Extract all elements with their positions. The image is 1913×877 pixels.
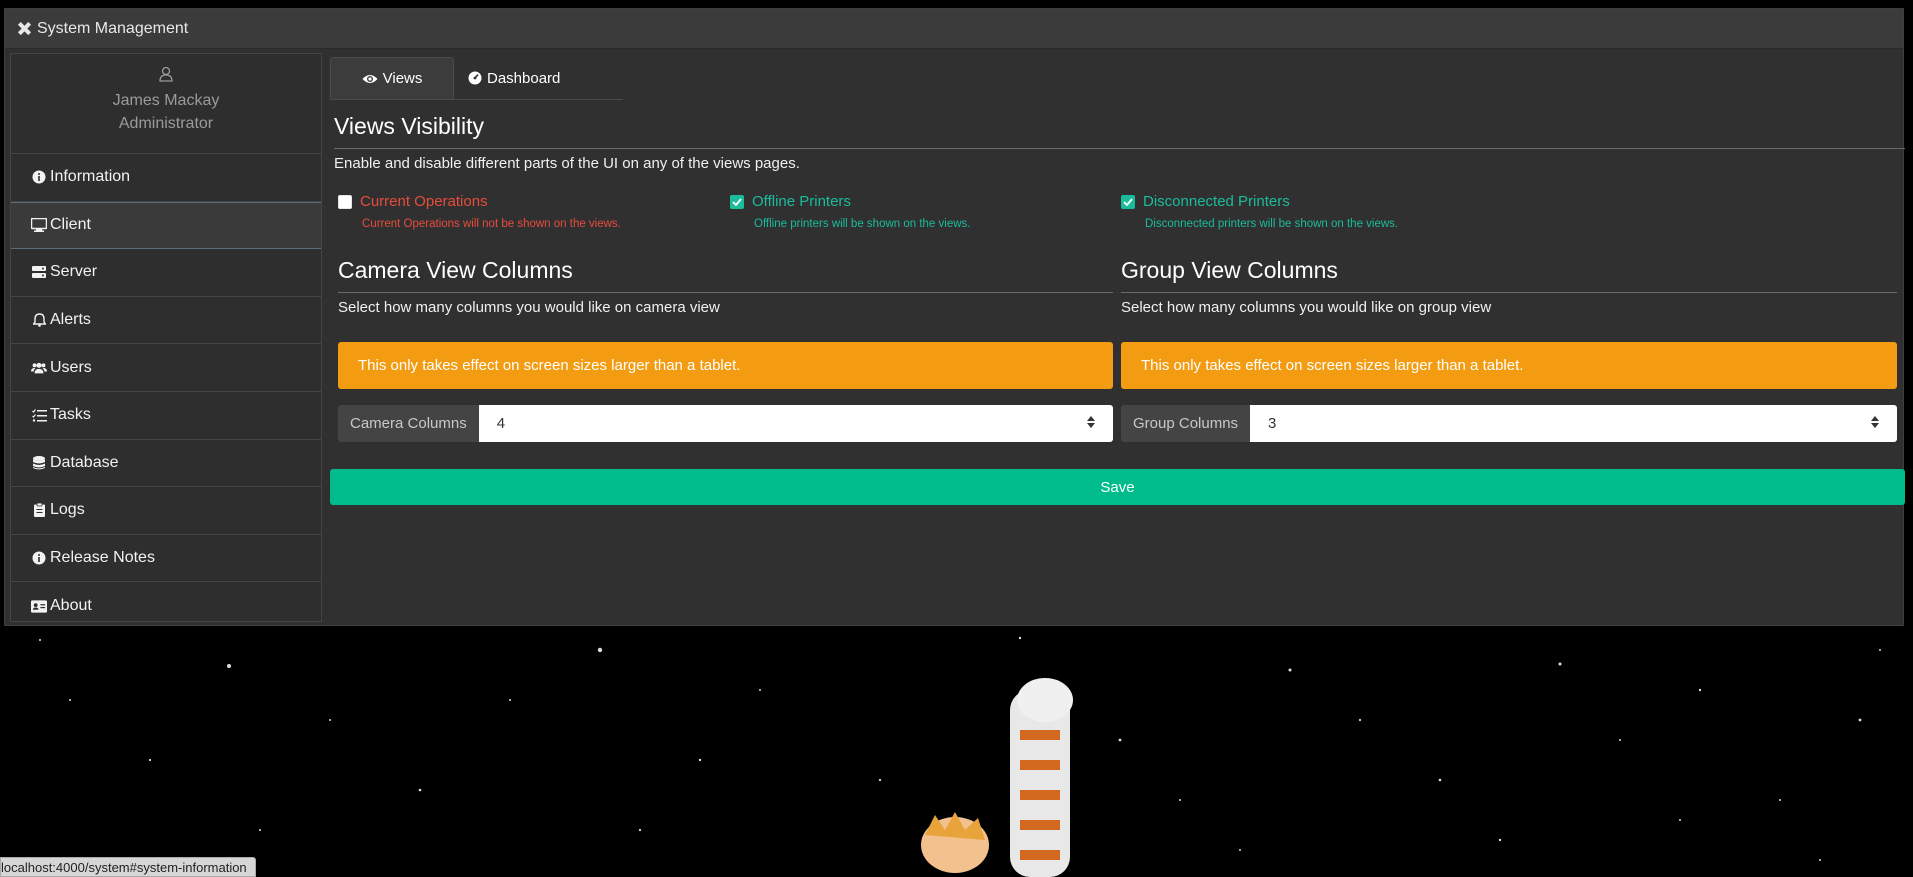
group-warning-alert: This only takes effect on screen sizes l… [1121, 342, 1897, 389]
sidebar-item-label: Release Notes [50, 549, 155, 567]
sidebar: James Mackay Administrator Information C… [10, 53, 322, 622]
sidebar-item-information[interactable]: Information [11, 154, 321, 202]
disconnected-printers-checkbox[interactable] [1121, 194, 1135, 209]
divider [334, 148, 1905, 149]
info-circle-icon [31, 551, 47, 565]
group-view-columns-title: Group View Columns [1121, 257, 1338, 283]
camera-columns-input-group: Camera Columns 4 [338, 405, 1113, 442]
system-management-modal: System Management James Mackay Administr… [4, 8, 1905, 626]
sidebar-item-client[interactable]: Client [11, 201, 321, 250]
views-visibility-description: Enable and disable different parts of th… [334, 155, 800, 172]
tab-views[interactable]: Views [330, 57, 454, 99]
offline-printers-option: Offline Printers Offline printers will b… [730, 193, 970, 230]
group-columns-value: 3 [1268, 415, 1277, 432]
tasks-icon [31, 408, 47, 422]
id-card-icon [31, 600, 47, 613]
desktop-icon [31, 218, 47, 233]
views-visibility-title: Views Visibility [334, 113, 484, 139]
disconnected-printers-help: Disconnected printers will be shown on t… [1145, 218, 1399, 230]
tab-dashboard[interactable]: Dashboard [454, 57, 574, 99]
tools-icon [17, 21, 32, 36]
sidebar-item-server[interactable]: Server [11, 249, 321, 297]
clipboard-icon [31, 503, 47, 518]
cartoon-figure-image [921, 678, 1073, 877]
tab-label: Dashboard [487, 69, 561, 87]
tab-label: Views [382, 70, 423, 87]
user-name: James Mackay [112, 92, 220, 109]
sidebar-item-database[interactable]: Database [11, 440, 321, 488]
gauge-icon [468, 71, 482, 85]
sidebar-item-label: Alerts [50, 311, 91, 329]
divider [338, 292, 1113, 293]
current-operations-checkbox[interactable] [338, 194, 352, 209]
sidebar-item-logs[interactable]: Logs [11, 487, 321, 535]
current-operations-label[interactable]: Current Operations [360, 193, 488, 210]
sidebar-item-label: Logs [50, 501, 85, 519]
group-columns-select[interactable]: 3 [1250, 405, 1897, 442]
sidebar-item-label: Information [50, 168, 131, 186]
sidebar-item-label: Database [50, 453, 119, 471]
select-arrows-icon [1087, 415, 1095, 432]
current-operations-option: Current Operations Current Operations wi… [338, 193, 621, 230]
group-view-description: Select how many columns you would like o… [1121, 299, 1492, 316]
offline-printers-checkbox[interactable] [730, 194, 744, 209]
main-content: Views Dashboard Views Visibility Enable … [330, 57, 1905, 617]
camera-columns-label: Camera Columns [338, 405, 479, 442]
sidebar-item-label: Tasks [50, 406, 91, 424]
sidebar-item-label: Users [50, 358, 92, 376]
current-operations-help: Current Operations will not be shown on … [362, 218, 621, 230]
offline-printers-label[interactable]: Offline Printers [752, 193, 851, 210]
camera-columns-select[interactable]: 4 [478, 405, 1113, 442]
camera-view-columns-title: Camera View Columns [338, 257, 573, 283]
camera-view-description: Select how many columns you would like o… [338, 299, 720, 316]
sidebar-item-users[interactable]: Users [11, 344, 321, 392]
sidebar-item-label: Server [50, 263, 98, 281]
sidebar-item-label: Client [50, 216, 91, 234]
sidebar-item-tasks[interactable]: Tasks [11, 392, 321, 440]
check-icon [1123, 197, 1133, 206]
bell-icon [31, 313, 47, 327]
modal-header: System Management [5, 9, 1903, 49]
tab-bar: Views Dashboard [330, 57, 623, 100]
disconnected-printers-label[interactable]: Disconnected Printers [1143, 193, 1290, 210]
camera-warning-alert: This only takes effect on screen sizes l… [338, 342, 1113, 389]
database-icon [31, 455, 47, 470]
user-role: Administrator [118, 115, 214, 132]
user-icon [11, 66, 321, 87]
save-button[interactable]: Save [330, 469, 1905, 505]
offline-printers-help: Offline printers will be shown on the vi… [754, 218, 971, 230]
check-icon [732, 197, 742, 206]
modal-title: System Management [37, 19, 189, 37]
browser-status-url: localhost:4000/system#system-information [0, 857, 256, 877]
disconnected-printers-option: Disconnected Printers Disconnected print… [1121, 193, 1398, 230]
sidebar-item-about[interactable]: About [11, 582, 321, 630]
divider [1121, 292, 1897, 293]
user-profile: James Mackay Administrator [11, 54, 321, 154]
sidebar-item-label: About [50, 597, 92, 615]
select-arrows-icon [1871, 415, 1879, 432]
group-columns-input-group: Group Columns 3 [1121, 405, 1897, 442]
info-circle-icon [31, 170, 47, 184]
sidebar-item-release-notes[interactable]: Release Notes [11, 535, 321, 583]
users-icon [31, 361, 47, 375]
sidebar-item-alerts[interactable]: Alerts [11, 297, 321, 345]
eye-icon [362, 73, 378, 85]
server-icon [31, 265, 47, 279]
camera-columns-value: 4 [496, 415, 506, 432]
group-columns-label: Group Columns [1121, 405, 1251, 442]
